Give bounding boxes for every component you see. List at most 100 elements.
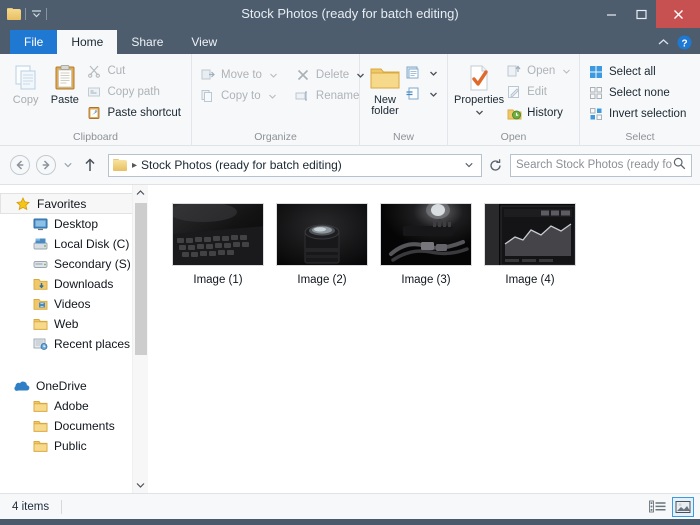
list-item[interactable]: Image (2) — [270, 203, 374, 303]
easy-access-button[interactable] — [404, 83, 441, 104]
file-list[interactable]: Image (1) Image (2) Image (3) Image (4) — [148, 185, 700, 493]
cut-icon — [86, 63, 102, 79]
properties-icon — [464, 61, 494, 95]
edit-button[interactable]: Edit — [504, 81, 574, 102]
copy-to-button[interactable]: Copy to — [198, 85, 281, 106]
delete-button[interactable]: Delete — [293, 64, 368, 85]
nav-header-favorites[interactable]: Favorites — [0, 193, 136, 214]
history-icon — [506, 105, 522, 121]
copy-to-icon — [200, 88, 216, 104]
new-folder-icon — [369, 61, 401, 95]
list-item[interactable]: Image (1) — [166, 203, 270, 303]
copy-path-button[interactable]: Copy path — [84, 81, 185, 102]
chevron-down-icon[interactable] — [563, 65, 571, 77]
nav-header-onedrive[interactable]: OneDrive — [0, 376, 148, 396]
file-explorer-window: Stock Photos (ready for batch editing) F… — [0, 0, 700, 525]
tab-home[interactable]: Home — [57, 30, 118, 54]
nav-label: Recent places — [54, 337, 131, 351]
select-none-button[interactable]: Select none — [586, 82, 690, 103]
new-folder-button[interactable]: New folder — [366, 58, 404, 117]
tab-view[interactable]: View — [177, 30, 231, 54]
thumbnail-view-button[interactable] — [672, 496, 694, 517]
chevron-down-icon[interactable] — [475, 106, 483, 118]
refresh-button[interactable] — [484, 154, 506, 177]
search-input[interactable]: Search Stock Photos (ready fo... — [510, 153, 692, 177]
maximize-button[interactable] — [626, 0, 656, 28]
navigation-pane: Favorites Desktop Local Disk (C) Seconda… — [0, 185, 148, 493]
camera-lens-photo[interactable] — [276, 203, 368, 266]
ribbon-tabs: File Home Share View ? — [0, 28, 700, 54]
breadcrumb-path: Stock Photos (ready for batch editing) — [141, 158, 342, 172]
file-name: Image (3) — [401, 274, 451, 286]
window-border-bottom — [0, 519, 700, 525]
sidebar-item-downloads[interactable]: Downloads — [0, 274, 148, 294]
sidebar-item-desktop[interactable]: Desktop — [0, 214, 148, 234]
paste-shortcut-button[interactable]: Paste shortcut — [84, 102, 185, 123]
forward-button[interactable] — [34, 153, 58, 177]
chevron-down-icon[interactable] — [430, 88, 437, 100]
chevron-up-icon[interactable] — [658, 38, 669, 46]
cut-button[interactable]: Cut — [84, 60, 185, 81]
open-button[interactable]: Open — [504, 60, 574, 81]
ribbon-group-select: Select all Select none Invert selection — [580, 54, 700, 146]
properties-button[interactable]: Properties — [454, 58, 504, 118]
sidebar-item-adobe[interactable]: Adobe — [0, 396, 148, 416]
sidebar-item-videos[interactable]: Videos — [0, 294, 148, 314]
recent-places-icon — [32, 336, 48, 352]
chevron-down-icon[interactable] — [29, 7, 43, 21]
list-item[interactable]: Image (4) — [478, 203, 582, 303]
divider — [25, 8, 26, 20]
scrollbar-thumb[interactable] — [135, 203, 147, 355]
chevron-down-icon[interactable] — [268, 90, 276, 102]
sidebar-item-documents[interactable]: Documents — [0, 416, 148, 436]
cables-photo[interactable] — [380, 203, 472, 266]
sidebar-item-recent-places[interactable]: Recent places — [0, 334, 148, 354]
scroll-up-button[interactable] — [133, 185, 149, 201]
folder-icon[interactable] — [7, 7, 22, 21]
drive-icon — [32, 236, 48, 252]
chevron-down-icon[interactable] — [461, 162, 477, 168]
search-icon[interactable] — [673, 157, 686, 173]
address-input[interactable]: ▸ Stock Photos (ready for batch editing) — [108, 153, 482, 177]
monitor-chart-photo[interactable] — [484, 203, 576, 266]
rename-button[interactable]: Rename — [293, 85, 368, 106]
svg-text:?: ? — [681, 38, 687, 49]
details-view-button[interactable] — [646, 497, 668, 517]
group-label-open: Open — [500, 131, 527, 143]
paste-shortcut-label: Paste shortcut — [107, 106, 181, 119]
paste-button[interactable]: Paste — [45, 58, 84, 106]
nav-label: Desktop — [54, 217, 99, 231]
history-button[interactable]: History — [504, 102, 574, 123]
new-folder-label: New folder — [371, 94, 399, 117]
invert-selection-button[interactable]: Invert selection — [586, 103, 690, 124]
recent-locations-button[interactable] — [60, 153, 76, 177]
address-bar: ▸ Stock Photos (ready for batch editing)… — [0, 146, 700, 184]
new-small-buttons — [404, 58, 441, 104]
window-title: Stock Photos (ready for batch editing) — [241, 6, 459, 21]
sidebar-item-public[interactable]: Public — [0, 436, 148, 456]
copy-button[interactable]: Copy — [6, 58, 45, 106]
tab-share[interactable]: Share — [117, 30, 177, 54]
sidebar-item-web[interactable]: Web — [0, 314, 148, 334]
chevron-down-icon[interactable] — [430, 67, 437, 79]
help-icon[interactable]: ? — [677, 35, 692, 50]
select-all-button[interactable]: Select all — [586, 61, 690, 82]
file-name: Image (1) — [193, 274, 243, 286]
keyboard-photo[interactable] — [172, 203, 264, 266]
new-item-button[interactable] — [404, 62, 441, 83]
navigation-scrollbar[interactable] — [132, 185, 148, 493]
list-item[interactable]: Image (3) — [374, 203, 478, 303]
scroll-down-button[interactable] — [133, 477, 149, 493]
sidebar-item-secondary-s[interactable]: Secondary (S) — [0, 254, 148, 274]
rename-label: Rename — [315, 89, 360, 102]
minimize-button[interactable] — [596, 0, 626, 28]
star-icon — [15, 196, 31, 212]
back-button[interactable] — [8, 153, 32, 177]
tab-file[interactable]: File — [10, 30, 58, 54]
chevron-down-icon[interactable] — [270, 69, 277, 81]
up-button[interactable] — [78, 153, 102, 177]
sidebar-item-local-disk-c[interactable]: Local Disk (C) — [0, 234, 148, 254]
close-button[interactable] — [656, 0, 700, 28]
move-to-button[interactable]: Move to — [198, 64, 281, 85]
search-placeholder: Search Stock Photos (ready fo... — [516, 159, 673, 171]
